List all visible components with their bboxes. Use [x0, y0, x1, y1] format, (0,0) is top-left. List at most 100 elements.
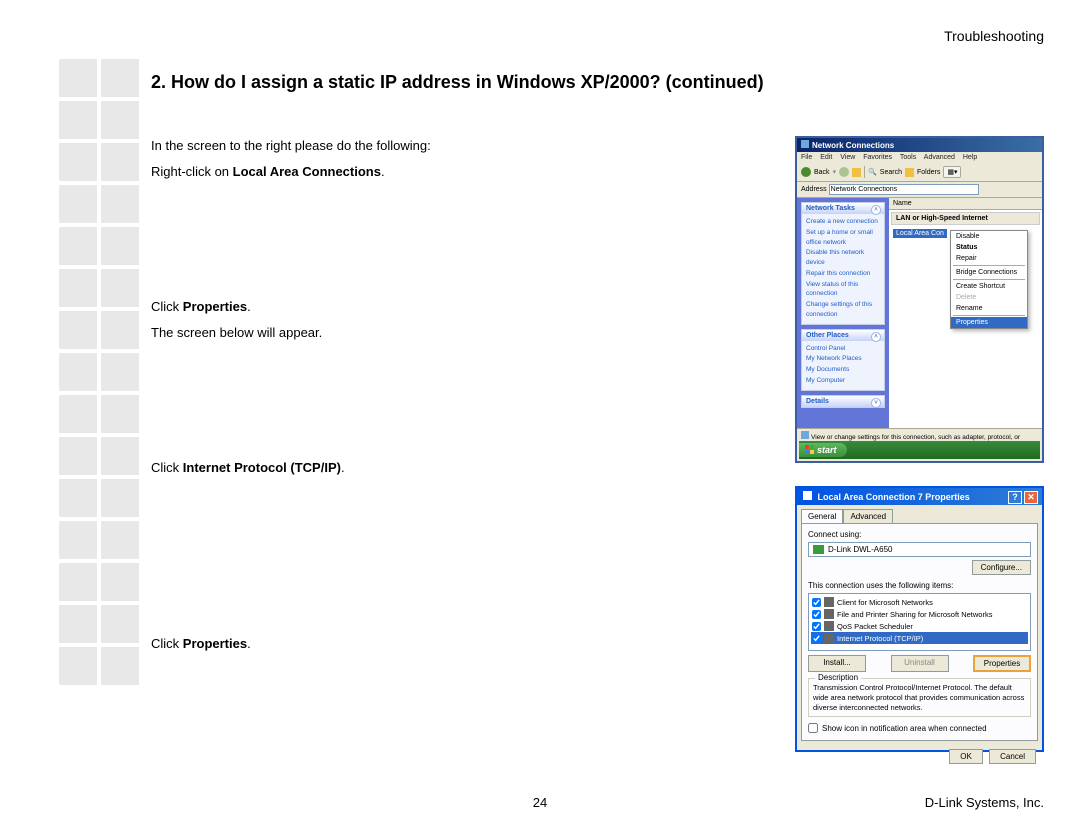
- step-2-note: The screen below will appear.: [151, 323, 691, 343]
- list-item-selected[interactable]: Internet Protocol (TCP/IP): [811, 632, 1028, 644]
- network-tasks-panel: Network Tasks˄ Create a new connection S…: [801, 202, 885, 325]
- description-group: Description Transmission Control Protoco…: [808, 678, 1031, 717]
- screenshot-properties-dialog: Local Area Connection 7 Properties ? ✕ G…: [795, 486, 1044, 752]
- menu-file[interactable]: File: [801, 154, 812, 161]
- page-title: 2. How do I assign a static IP address i…: [151, 72, 764, 93]
- window-title: Network Connections: [797, 138, 1042, 152]
- task-item[interactable]: Change settings of this connection: [806, 300, 880, 320]
- details-header[interactable]: Details˅: [802, 396, 884, 407]
- folders-button[interactable]: Folders: [917, 169, 940, 176]
- component-icon: [824, 633, 834, 643]
- general-pane: Connect using: D-Link DWL-A650 Configure…: [801, 523, 1038, 741]
- menu-favorites[interactable]: Favorites: [863, 154, 892, 161]
- category-lan: LAN or High-Speed Internet: [891, 212, 1040, 225]
- place-item[interactable]: My Network Places: [806, 354, 880, 364]
- task-item[interactable]: Disable this network device: [806, 248, 880, 268]
- place-item[interactable]: My Documents: [806, 365, 880, 375]
- folders-icon[interactable]: [905, 168, 914, 177]
- checkbox[interactable]: [812, 634, 821, 643]
- menu-advanced[interactable]: Advanced: [924, 154, 955, 161]
- chevron-icon[interactable]: ˄: [871, 205, 881, 215]
- start-button[interactable]: start: [799, 443, 847, 458]
- ctx-shortcut[interactable]: Create Shortcut: [951, 281, 1027, 292]
- place-item[interactable]: My Computer: [806, 376, 880, 386]
- list-item[interactable]: Client for Microsoft Networks: [811, 596, 1028, 608]
- page-number: 24: [0, 795, 1080, 810]
- other-places-panel: Other Places˄ Control Panel My Network P…: [801, 329, 885, 391]
- search-button[interactable]: Search: [880, 169, 902, 176]
- ctx-properties[interactable]: Properties: [951, 317, 1027, 328]
- dialog-title: Local Area Connection 7 Properties ? ✕: [797, 488, 1042, 505]
- properties-button[interactable]: Properties: [973, 655, 1031, 672]
- taskbar: start: [799, 441, 1040, 459]
- close-button[interactable]: ✕: [1024, 491, 1038, 504]
- task-item[interactable]: Set up a home or small office network: [806, 228, 880, 248]
- column-header-name[interactable]: Name: [889, 198, 1042, 210]
- chevron-icon[interactable]: ˄: [871, 332, 881, 342]
- details-panel: Details˅: [801, 395, 885, 408]
- up-icon[interactable]: [852, 168, 861, 177]
- search-icon[interactable]: 🔍: [868, 168, 877, 176]
- component-icon: [824, 621, 834, 631]
- tab-general[interactable]: General: [801, 509, 843, 523]
- back-button[interactable]: Back: [814, 169, 830, 176]
- views-button[interactable]: ▦▾: [943, 166, 961, 178]
- nic-icon: [813, 545, 824, 554]
- uninstall-button: Uninstall: [891, 655, 949, 672]
- ctx-status[interactable]: Status: [951, 242, 1027, 253]
- context-menu: Disable Status Repair Bridge Connections…: [950, 230, 1028, 329]
- menu-view[interactable]: View: [840, 154, 855, 161]
- decorative-squares: [59, 59, 143, 689]
- instructions-body: In the screen to the right please do the…: [151, 136, 691, 659]
- address-label: Address: [801, 186, 827, 193]
- place-item[interactable]: Control Panel: [806, 344, 880, 354]
- install-button[interactable]: Install...: [808, 655, 866, 672]
- other-places-header[interactable]: Other Places˄: [802, 330, 884, 341]
- cancel-button[interactable]: Cancel: [989, 749, 1036, 764]
- forward-icon: [839, 167, 849, 177]
- tab-advanced[interactable]: Advanced: [843, 509, 893, 523]
- items-label: This connection uses the following items…: [808, 581, 1031, 590]
- checkbox[interactable]: [812, 610, 821, 619]
- menu-bar[interactable]: File Edit View Favorites Tools Advanced …: [797, 152, 1042, 163]
- component-icon: [824, 609, 834, 619]
- tab-strip: General Advanced: [797, 505, 1042, 523]
- network-tasks-header[interactable]: Network Tasks˄: [802, 203, 884, 214]
- ctx-delete[interactable]: Delete: [951, 292, 1027, 303]
- task-pane: Network Tasks˄ Create a new connection S…: [797, 198, 889, 428]
- list-item[interactable]: QoS Packet Scheduler: [811, 620, 1028, 632]
- ok-button[interactable]: OK: [949, 749, 983, 764]
- ctx-disable[interactable]: Disable: [951, 231, 1027, 242]
- back-icon[interactable]: [801, 167, 811, 177]
- address-input[interactable]: [829, 184, 979, 195]
- menu-help[interactable]: Help: [963, 154, 977, 161]
- title-icon: [803, 491, 812, 500]
- ctx-bridge[interactable]: Bridge Connections: [951, 267, 1027, 278]
- description-text: Transmission Control Protocol/Internet P…: [813, 683, 1026, 712]
- configure-button[interactable]: Configure...: [972, 560, 1031, 575]
- checkbox[interactable]: [812, 622, 821, 631]
- chevron-icon[interactable]: ˅: [871, 398, 881, 408]
- step-1: Right-click on Local Area Connections.: [151, 162, 691, 182]
- component-buttons: Install... Uninstall Properties: [808, 655, 1031, 672]
- step-3: Click Internet Protocol (TCP/IP).: [151, 458, 691, 478]
- intro-text: In the screen to the right please do the…: [151, 136, 691, 156]
- show-icon-checkbox[interactable]: [808, 723, 818, 733]
- components-list[interactable]: Client for Microsoft Networks File and P…: [808, 593, 1031, 651]
- task-item[interactable]: View status of this connection: [806, 280, 880, 300]
- ctx-rename[interactable]: Rename: [951, 303, 1027, 314]
- show-icon-option[interactable]: Show icon in notification area when conn…: [808, 723, 1031, 733]
- task-item[interactable]: Repair this connection: [806, 269, 880, 279]
- menu-edit[interactable]: Edit: [820, 154, 832, 161]
- task-item[interactable]: Create a new connection: [806, 217, 880, 227]
- help-button[interactable]: ?: [1008, 491, 1022, 504]
- ctx-repair[interactable]: Repair: [951, 253, 1027, 264]
- menu-tools[interactable]: Tools: [900, 154, 916, 161]
- component-icon: [824, 597, 834, 607]
- section-header: Troubleshooting: [944, 28, 1044, 44]
- list-item[interactable]: File and Printer Sharing for Microsoft N…: [811, 608, 1028, 620]
- windows-flag-icon: [805, 445, 815, 455]
- toolbar: Back ▾ 🔍 Search Folders ▦▾: [797, 163, 1042, 182]
- dialog-footer: OK Cancel: [797, 745, 1042, 768]
- checkbox[interactable]: [812, 598, 821, 607]
